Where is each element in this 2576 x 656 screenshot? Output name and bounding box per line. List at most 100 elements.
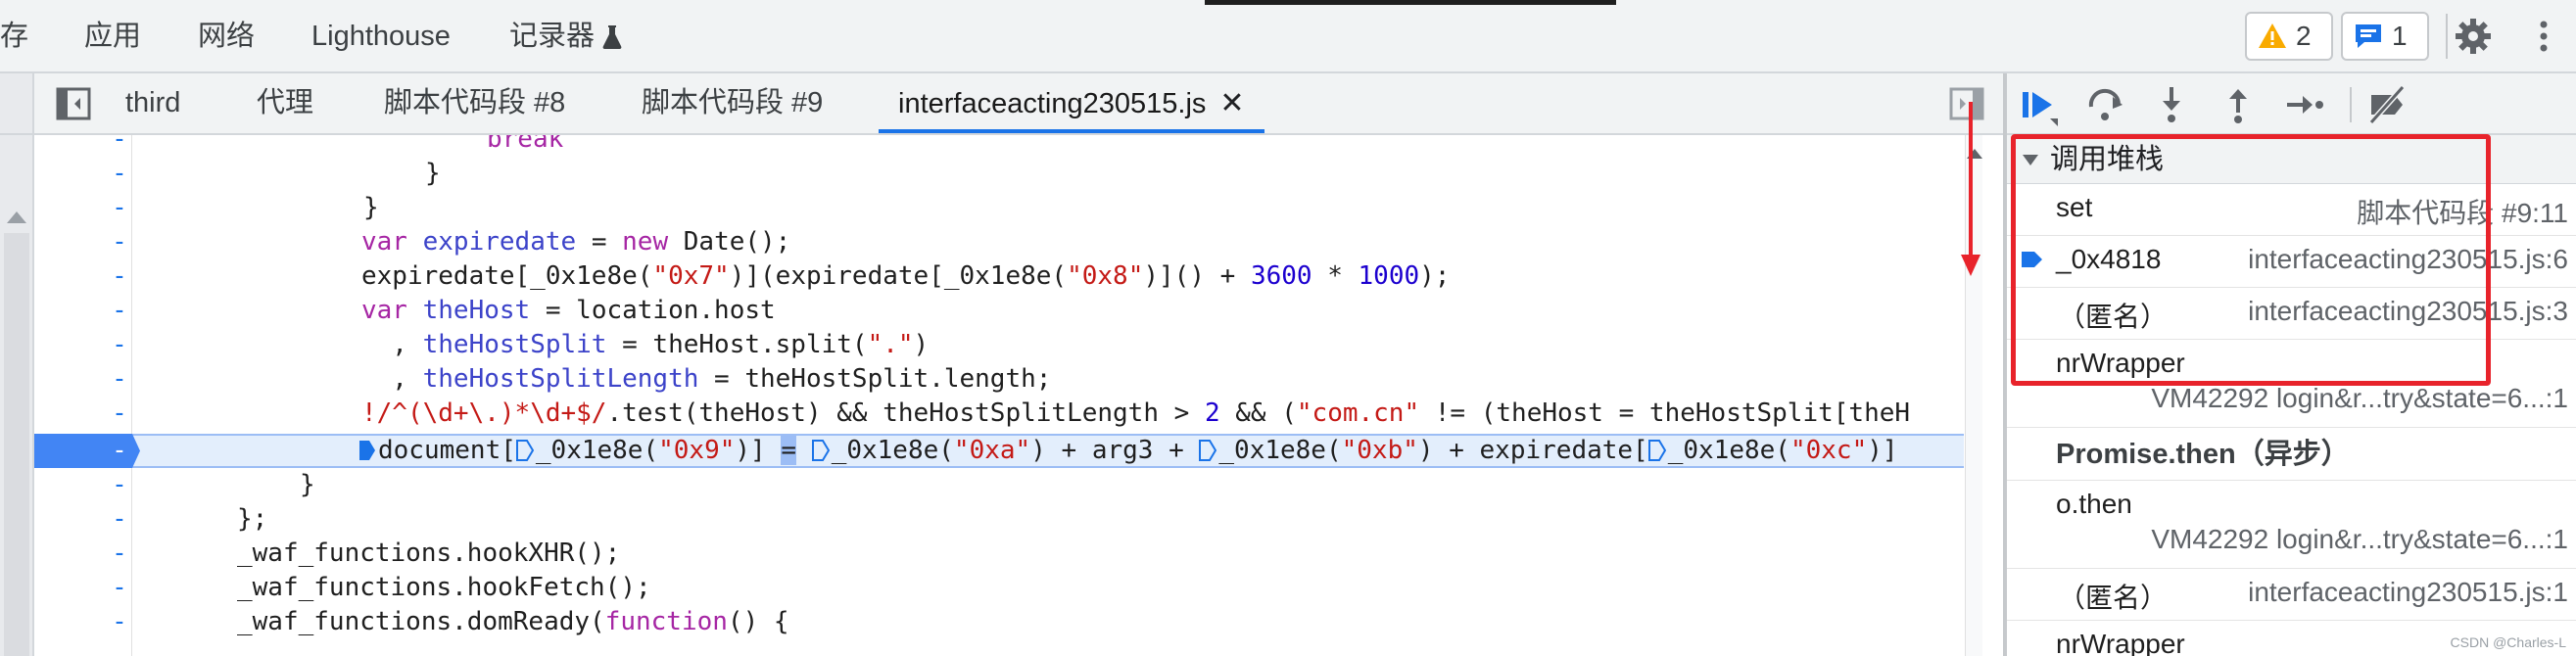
code-token: )](expiredate[_0x1e8e( [729,261,1068,291]
devtools-tab-bar: 存 应用 网络 Lighthouse 记录器 2 1 [0,0,2576,73]
source-tab-interfaceacting-label: interfaceacting230515.js [898,88,1207,119]
gutter-marker[interactable]: - [110,328,129,362]
code-token: ) + arg3 + [1030,436,1200,465]
more-vert-icon[interactable] [2523,16,2564,57]
gutter-marker[interactable]: - [110,502,129,537]
tab-application[interactable]: 应用 [84,14,141,59]
step-marker-icon[interactable] [515,440,534,461]
step-marker-icon[interactable] [1199,440,1217,461]
frame-location[interactable]: interfaceacting230515.js:1 [2248,577,2568,608]
code-line: , theHostSplit = theHost.split(".") [361,328,929,362]
code-line: , theHostSplitLength = theHostSplit.leng… [361,362,1051,397]
step-marker-icon[interactable] [811,440,830,461]
code-token: , [361,364,423,394]
code-token: theHostSplit [422,330,607,359]
source-tab-interfaceacting[interactable]: interfaceacting230515.js ✕ [879,73,1264,133]
code-token: "com.cn" [1296,398,1420,428]
code-token: "0xb" [1341,436,1418,465]
callstack-frame[interactable]: o.then VM42292 login&r...try&state=6...:… [2007,481,2576,569]
gutter-marker[interactable]: - [110,537,129,571]
resume-icon[interactable] [2017,83,2060,126]
source-tab-snippet-8[interactable]: 脚本代码段 #8 [384,73,565,133]
gutter-marker[interactable]: - [110,157,129,191]
code-token: Date(); [668,227,791,257]
source-tab-snippet-9[interactable]: 脚本代码段 #9 [642,73,823,133]
gutter-marker[interactable]: - [110,397,129,431]
gutter-marker[interactable]: - [110,605,129,639]
code-editor[interactable]: break } } var expiredate = new Date(); e… [133,135,1965,656]
code-line: } [300,470,315,499]
tab-lighthouse[interactable]: Lighthouse [311,14,451,59]
warnings-badge[interactable]: 2 [2245,12,2333,61]
tab-recorder[interactable]: 记录器 [509,14,622,59]
code-token: document[ [378,436,516,465]
code-token: 1000 [1358,261,1420,291]
navigator-strip [0,73,34,133]
deactivate-breakpoints-icon[interactable] [2365,83,2409,126]
gutter-marker[interactable]: - [110,468,129,502]
callstack-frame[interactable]: （匿名） interfaceacting230515.js:1 [2007,569,2576,621]
code-token: )] [735,436,782,465]
code-token: "0x9" [658,436,736,465]
step-over-icon[interactable] [2083,83,2126,126]
code-token: ! [361,398,377,428]
code-token: theHost [422,296,531,325]
code-token: var [361,227,407,257]
tab-storage[interactable]: 存 [0,14,28,59]
close-icon[interactable]: ✕ [1219,87,1244,119]
code-token: _0x1e8e( [535,436,659,465]
scroll-up-icon[interactable] [7,211,26,223]
navigator-scrollbar[interactable] [4,233,29,656]
code-line: } [425,159,441,188]
step-into-icon[interactable] [2150,83,2193,126]
annotation-arrow [1961,102,1980,276]
gutter-marker[interactable]: - [110,122,129,157]
source-tab-third[interactable]: third [125,73,180,133]
flask-icon [602,25,622,50]
code-token: var [361,296,407,325]
code-token: "0x7" [652,261,730,291]
code-line: var expiredate = new Date(); [361,225,790,259]
code-token: /^(\d+\.)*\d+$/ [376,398,607,428]
code-token: expiredate[_0x1e8e( [361,261,653,291]
gutter-marker[interactable]: - [110,191,129,225]
issues-count: 1 [2392,21,2408,51]
issues-icon [2356,24,2381,48]
code-line: var theHost = location.host [361,294,776,328]
toolbar-divider [2446,14,2448,59]
tab-network[interactable]: 网络 [198,14,255,59]
step-out-icon[interactable] [2217,83,2260,126]
gutter-marker[interactable]: - [110,571,129,605]
gutter-marker[interactable]: - [110,362,129,397]
step-marker-icon[interactable] [1647,440,1666,461]
gutter-marker[interactable]: - [110,225,129,259]
code-token: theHostSplitLength [422,364,699,394]
gear-icon[interactable] [2453,16,2494,57]
source-tab-proxy[interactable]: 代理 [257,73,313,133]
step-icon[interactable] [2283,83,2326,126]
async-separator: Promise.then（异步） [2007,428,2576,481]
toolbar-divider [2350,87,2352,122]
code-token: = theHost.split( [606,330,868,359]
code-token: "0x8" [1067,261,1144,291]
gutter-marker[interactable]: - [110,259,129,294]
watermark: CSDN @Charles-L [2450,634,2566,650]
code-token: != (theHost = theHostSplit[theH [1419,398,1911,428]
panel-toggle-icon[interactable] [56,87,91,120]
code-line: } [363,193,379,222]
frame-location[interactable]: VM42292 login&r...try&state=6...:1 [2151,524,2568,555]
code-token: ) + expiredate[ [1417,436,1648,465]
code-token: ) [913,330,930,359]
code-token: expiredate [422,227,577,257]
gutter-marker[interactable]: - [110,294,129,328]
code-token: () { [727,607,789,636]
code-line: !/^(\d+\.)*\d+$/.test(theHost) && theHos… [361,397,1910,431]
issues-badge[interactable]: 1 [2341,12,2429,61]
step-marker-icon[interactable] [358,440,376,461]
code-token: ); [1419,261,1451,291]
code-token: _waf_functions.domReady( [237,607,605,636]
code-token: = [576,227,623,257]
gutter-marker[interactable]: - [110,434,129,468]
frame-name: o.then [2056,489,2132,519]
frame-location[interactable]: VM42292 login&r...try&state=6...:1 [2151,383,2568,414]
